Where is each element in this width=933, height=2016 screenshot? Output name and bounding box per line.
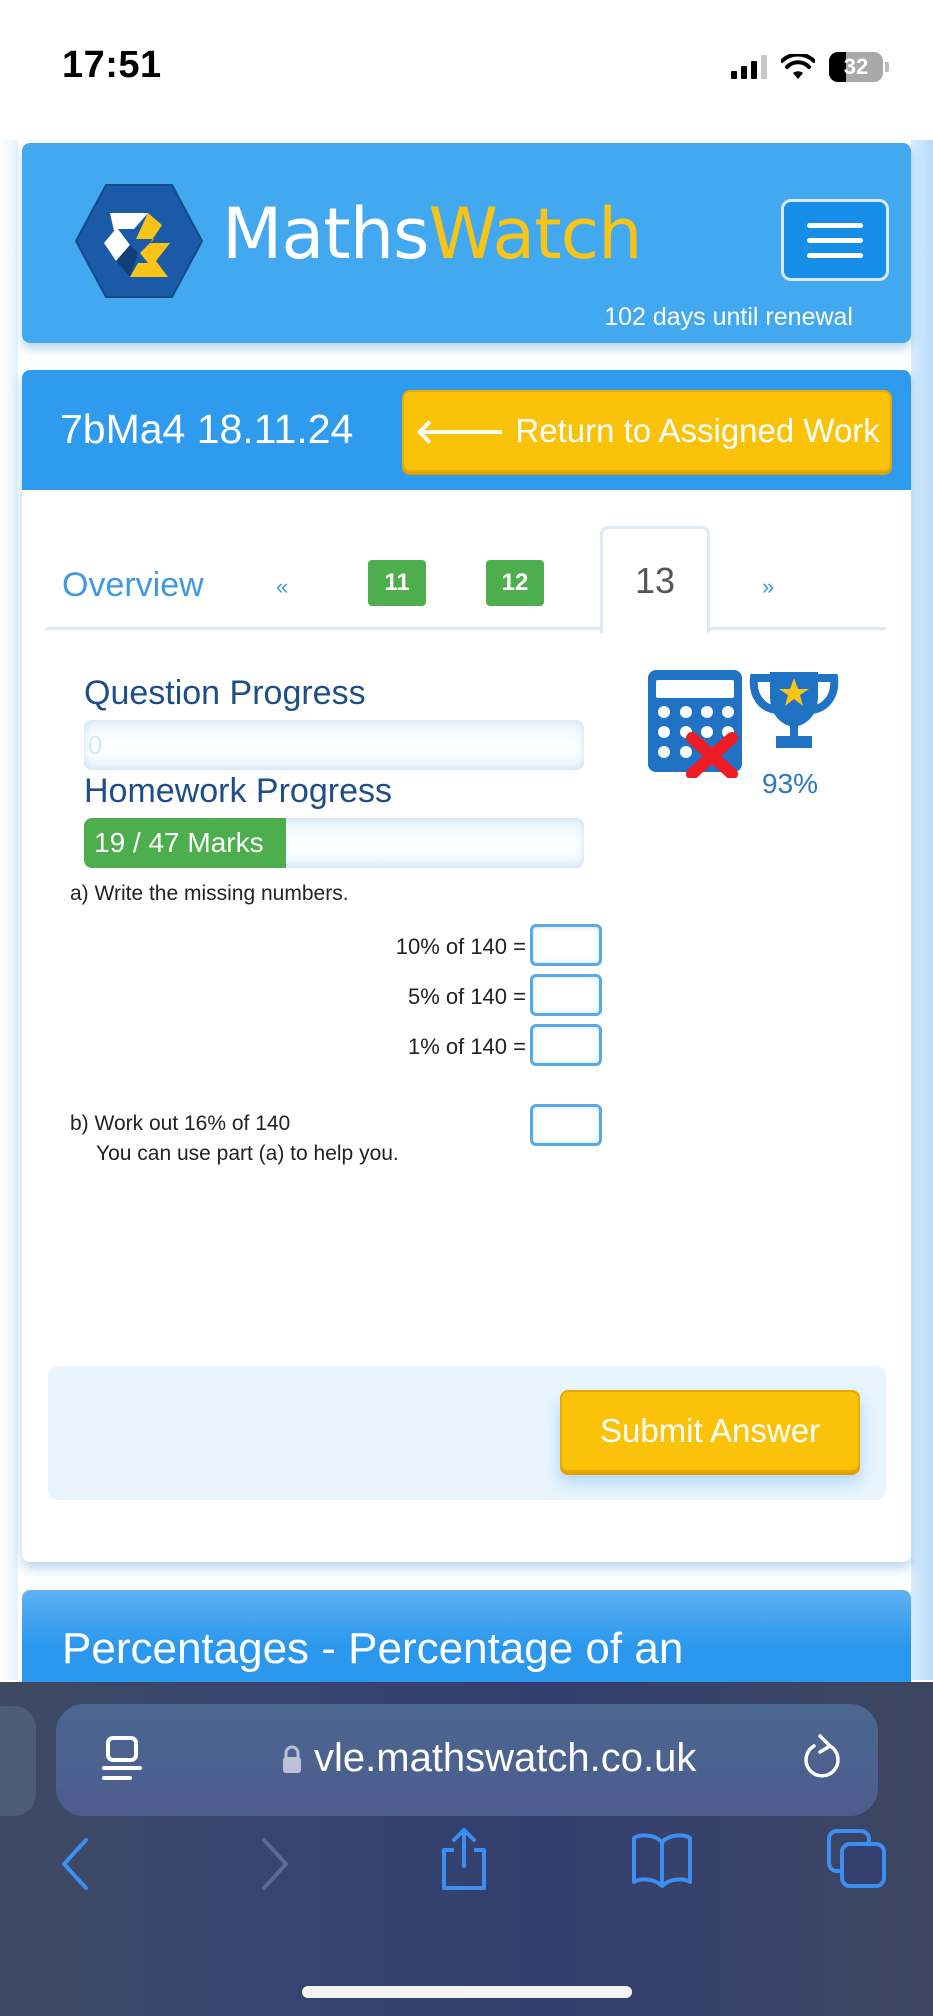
submit-area: Submit Answer bbox=[48, 1366, 886, 1500]
browser-toolbar: vle.mathswatch.co.uk bbox=[0, 1682, 933, 2016]
page-edge-left bbox=[0, 140, 18, 1680]
answer-input-5-percent[interactable] bbox=[530, 974, 602, 1016]
next-section-title: Percentages - Percentage of an bbox=[62, 1624, 684, 1673]
forward-icon bbox=[262, 1838, 288, 1890]
url-display[interactable]: vle.mathswatch.co.uk bbox=[282, 1736, 696, 1781]
site-header: MathsWatch 102 days until renewal bbox=[22, 143, 911, 343]
homework-progress-fill: 19 / 47 Marks bbox=[84, 818, 287, 868]
equation-label: 10% of 140 = bbox=[395, 934, 526, 959]
arrow-left-icon: 🡐 bbox=[414, 412, 506, 451]
cellular-signal-icon bbox=[731, 55, 767, 79]
submit-answer-button[interactable]: Submit Answer bbox=[560, 1390, 860, 1472]
homework-progress-bar: 19 / 47 Marks bbox=[84, 818, 584, 868]
status-icons: 32 bbox=[731, 52, 889, 82]
share-icon[interactable] bbox=[436, 1826, 492, 1892]
return-to-assigned-work-button[interactable]: 🡐 Return to Assigned Work bbox=[402, 390, 892, 472]
question-tabs: Overview « 11 12 13 » bbox=[46, 526, 886, 633]
score-percentage: 93% bbox=[762, 768, 819, 799]
trophy-icon bbox=[749, 672, 839, 748]
question-progress-label: Question Progress bbox=[84, 674, 366, 712]
question-progress-bar: 0 bbox=[84, 720, 584, 770]
tab-next[interactable]: » bbox=[762, 574, 774, 600]
lock-icon bbox=[283, 1745, 301, 1773]
question-part-b: b) Work out 16% of 140 bbox=[70, 1112, 291, 1135]
tab-previous[interactable]: « bbox=[276, 574, 288, 600]
reader-icon[interactable] bbox=[102, 1736, 142, 1786]
question-progress-value: 0 bbox=[88, 730, 103, 760]
question-part-b-hint: You can use part (a) to help you. bbox=[96, 1142, 399, 1165]
home-indicator bbox=[302, 1986, 632, 1998]
back-icon[interactable] bbox=[56, 1836, 96, 1892]
brand-maths: Maths bbox=[222, 193, 430, 275]
return-button-label: Return to Assigned Work bbox=[515, 412, 880, 449]
tab-question-12[interactable]: 12 bbox=[486, 560, 544, 606]
homework-progress-label: Homework Progress bbox=[84, 772, 392, 810]
status-bar: 17:51 32 bbox=[0, 0, 933, 140]
tab-overview[interactable]: Overview bbox=[62, 566, 204, 605]
brand-name: MathsWatch bbox=[222, 193, 643, 275]
question-part-a: a) Write the missing numbers. bbox=[70, 882, 349, 905]
reload-icon[interactable] bbox=[800, 1732, 846, 1782]
hamburger-menu-button[interactable] bbox=[781, 199, 889, 281]
battery-icon: 32 bbox=[829, 52, 883, 82]
wifi-icon bbox=[781, 54, 815, 79]
assignment-title: 7bMa4 18.11.24 bbox=[60, 406, 354, 452]
address-bar[interactable]: vle.mathswatch.co.uk bbox=[56, 1704, 878, 1816]
tab-question-13[interactable]: 13 bbox=[600, 526, 710, 633]
previous-tab-peek[interactable] bbox=[0, 1706, 36, 1816]
tab-question-11[interactable]: 11 bbox=[368, 560, 426, 606]
answer-input-16-percent[interactable] bbox=[530, 1104, 602, 1146]
card-header: 7bMa4 18.11.24 🡐 Return to Assigned Work bbox=[22, 370, 911, 490]
url-text: vle.mathswatch.co.uk bbox=[314, 1736, 697, 1780]
bookmarks-icon[interactable] bbox=[630, 1832, 694, 1888]
answer-input-1-percent[interactable] bbox=[530, 1024, 602, 1066]
answer-input-10-percent[interactable] bbox=[530, 924, 602, 966]
no-calculator-icon bbox=[648, 670, 742, 778]
equation-label: 5% of 140 = bbox=[407, 984, 526, 1009]
battery-level: 32 bbox=[843, 54, 869, 79]
renewal-text: 102 days until renewal bbox=[604, 303, 853, 331]
question-card: 7bMa4 18.11.24 🡐 Return to Assigned Work… bbox=[22, 370, 911, 1562]
battery-tip bbox=[885, 62, 889, 72]
hamburger-menu-icon bbox=[807, 222, 863, 228]
brand-watch: Watch bbox=[428, 193, 643, 275]
status-time: 17:51 bbox=[62, 44, 162, 86]
page-edge-right bbox=[911, 140, 933, 1680]
tabs-icon[interactable] bbox=[826, 1828, 888, 1890]
equation-label: 1% of 140 = bbox=[407, 1034, 526, 1059]
mathswatch-logo-icon[interactable] bbox=[74, 183, 204, 299]
